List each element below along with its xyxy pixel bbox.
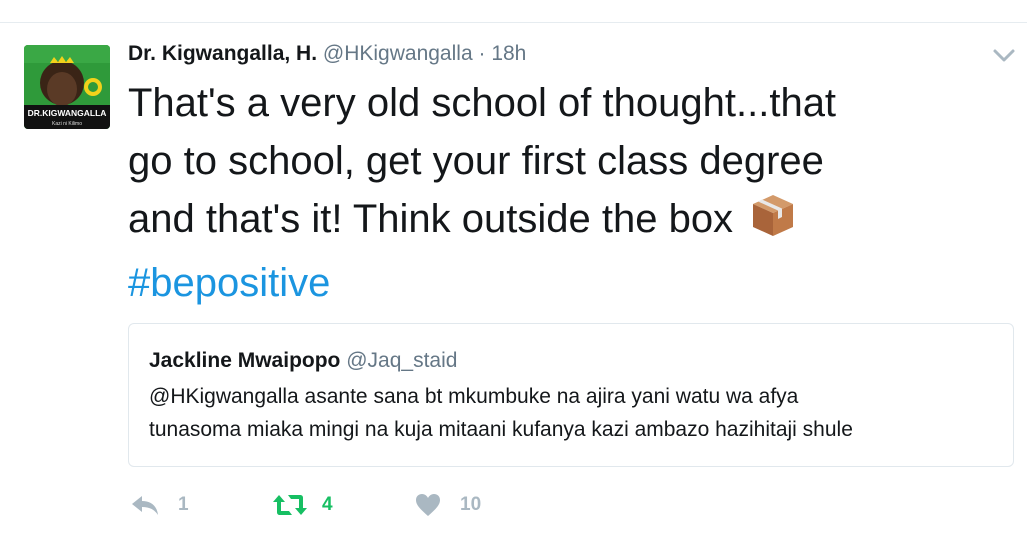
retweet-icon [273, 495, 307, 515]
chevron-down-icon[interactable] [992, 46, 1016, 64]
tweet-text: That's a very old school of thought...th… [128, 74, 968, 312]
tweet-text-line: That's a very old school of thought...th… [128, 81, 837, 125]
reply-button[interactable]: 1 [130, 488, 189, 522]
like-button[interactable]: 10 [414, 488, 481, 522]
author-name[interactable]: Dr. Kigwangalla, H. [128, 42, 317, 65]
header-separator: · [478, 42, 486, 65]
quoted-author-handle: @Jaq_staid [346, 349, 458, 372]
hashtag-link[interactable]: #bepositive [128, 254, 968, 312]
timestamp[interactable]: 18h [491, 42, 526, 65]
avatar-caption: DR.KIGWANGALLA [28, 108, 107, 118]
reply-count: 1 [178, 494, 189, 515]
quoted-author-name: Jackline Mwaipopo [149, 349, 341, 372]
divider [0, 22, 1027, 23]
retweet-button[interactable]: 4 [272, 488, 333, 522]
quoted-tweet-header: Jackline Mwaipopo @Jaq_staid [149, 349, 457, 373]
quoted-text-line: tunasoma miaka mingi na kuja mitaani kuf… [149, 418, 853, 441]
retweet-count: 4 [322, 494, 333, 515]
tweet-actions: 1 4 10 [130, 488, 730, 522]
tweet-text-line: go to school, get your first class degre… [128, 139, 824, 183]
quoted-tweet-text: @HKigwangalla asante sana bt mkumbuke na… [149, 380, 999, 446]
avatar[interactable]: DR.KIGWANGALLA Kazi ni Kilimo [24, 45, 110, 129]
avatar-subcaption: Kazi ni Kilimo [52, 121, 82, 127]
quoted-text-line: @HKigwangalla asante sana bt mkumbuke na… [149, 385, 799, 408]
tweet-text-line: and that's it! Think outside the box [128, 190, 968, 254]
reply-icon [132, 496, 158, 515]
tweet-header: Dr. Kigwangalla, H. @HKigwangalla · 18h [128, 42, 526, 66]
quoted-tweet-card[interactable]: Jackline Mwaipopo @Jaq_staid @HKigwangal… [128, 323, 1014, 467]
package-emoji-icon [750, 192, 796, 254]
author-handle[interactable]: @HKigwangalla [323, 42, 473, 65]
tweet-text-segment: and that's it! Think outside the box [128, 197, 734, 241]
like-count: 10 [460, 494, 482, 515]
heart-icon [416, 494, 440, 516]
